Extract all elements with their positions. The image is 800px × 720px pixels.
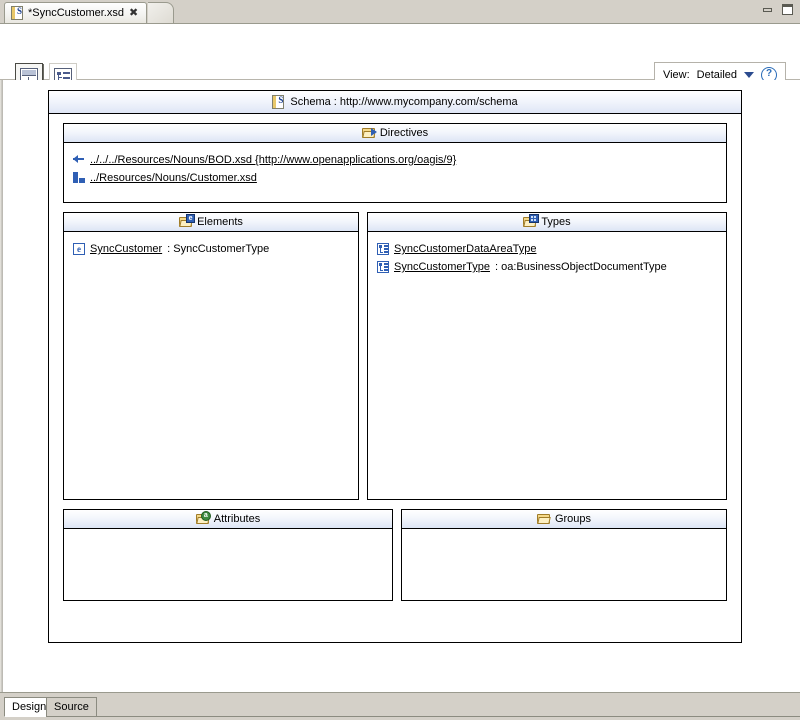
editor-tab-sync-customer[interactable]: *SyncCustomer.xsd ✖: [4, 2, 148, 23]
section-directives: Directives ../../../Resources/Nouns/BOD.…: [63, 123, 727, 203]
editor-tab-bar: *SyncCustomer.xsd ✖: [0, 0, 800, 24]
complex-type-icon: [377, 261, 389, 273]
type-name-link[interactable]: SyncCustomerDataAreaType: [394, 243, 536, 255]
list-item[interactable]: e SyncCustomer : SyncCustomerType: [64, 240, 358, 258]
directives-folder-icon: [361, 127, 377, 139]
close-icon[interactable]: ✖: [129, 7, 138, 19]
type-name-link[interactable]: SyncCustomerType: [394, 261, 490, 273]
chevron-down-icon[interactable]: [744, 72, 754, 78]
list-item[interactable]: ../../../Resources/Nouns/BOD.xsd {http:/…: [64, 151, 726, 169]
editor-tab-label: *SyncCustomer.xsd: [28, 7, 124, 19]
section-groups-header: Groups: [402, 510, 726, 529]
directive-link[interactable]: ../../../Resources/Nouns/BOD.xsd {http:/…: [90, 154, 456, 166]
element-name-link[interactable]: SyncCustomer: [90, 243, 162, 255]
tab-slant-decoration: [148, 2, 174, 23]
schema-header: Schema : http://www.mycompany.com/schema: [49, 91, 741, 114]
section-attributes-body: [64, 529, 392, 537]
include-directive-icon: [73, 172, 85, 184]
section-elements-title: Elements: [197, 216, 243, 228]
section-types-title: Types: [541, 216, 571, 228]
section-elements-header: e Elements: [64, 213, 358, 232]
eclipse-xsd-editor-window: *SyncCustomer.xsd ✖ View: Detailed ?: [0, 0, 800, 720]
type-base-label: : oa:BusinessObjectDocumentType: [494, 261, 667, 273]
section-types-header: Types: [368, 213, 726, 232]
section-groups: Groups: [401, 509, 727, 601]
maximize-icon[interactable]: [781, 4, 794, 15]
list-item[interactable]: SyncCustomerType : oa:BusinessObjectDocu…: [368, 258, 726, 276]
section-directives-body: ../../../Resources/Nouns/BOD.xsd {http:/…: [64, 143, 726, 187]
section-directives-title: Directives: [379, 127, 429, 139]
section-groups-title: Groups: [554, 513, 592, 525]
types-folder-icon: [523, 214, 540, 228]
schema-design-canvas: Schema : http://www.mycompany.com/schema…: [0, 80, 800, 692]
section-elements: e Elements e SyncCustomer : SyncCustomer…: [63, 212, 359, 500]
section-types: Types SyncCustomerDataAreaType SyncCusto…: [367, 212, 727, 500]
section-groups-body: [402, 529, 726, 537]
section-attributes-title: Attributes: [213, 513, 261, 525]
window-controls: [761, 4, 794, 15]
element-type-label: : SyncCustomerType: [167, 243, 270, 255]
schema-file-icon: [11, 6, 24, 20]
editor-toolbar: View: Detailed ?: [0, 24, 800, 91]
canvas-left-edge: [0, 80, 3, 692]
section-attributes-header: a Attributes: [64, 510, 392, 529]
tab-source[interactable]: Source: [46, 697, 97, 717]
list-item[interactable]: ../Resources/Nouns/Customer.xsd: [64, 169, 726, 187]
directive-link[interactable]: ../Resources/Nouns/Customer.xsd: [90, 172, 257, 184]
section-directives-header: Directives: [64, 124, 726, 143]
section-types-body: SyncCustomerDataAreaType SyncCustomerTyp…: [368, 232, 726, 276]
element-icon: e: [73, 243, 85, 255]
list-item[interactable]: SyncCustomerDataAreaType: [368, 240, 726, 258]
section-attributes: a Attributes: [63, 509, 393, 601]
attributes-folder-icon: a: [195, 511, 211, 525]
schema-file-icon: [272, 95, 285, 109]
schema-title: Schema : http://www.mycompany.com/schema: [290, 96, 518, 108]
elements-folder-icon: e: [179, 214, 196, 228]
minimize-icon[interactable]: [761, 4, 774, 15]
complex-type-icon: [377, 243, 389, 255]
bottom-tab-rule: [96, 716, 800, 717]
editor-bottom-tabs: Design Source: [0, 692, 800, 720]
groups-folder-icon: [536, 513, 551, 525]
import-directive-icon: [73, 154, 85, 166]
schema-overview-frame: Schema : http://www.mycompany.com/schema…: [48, 90, 742, 643]
section-elements-body: e SyncCustomer : SyncCustomerType: [64, 232, 358, 258]
